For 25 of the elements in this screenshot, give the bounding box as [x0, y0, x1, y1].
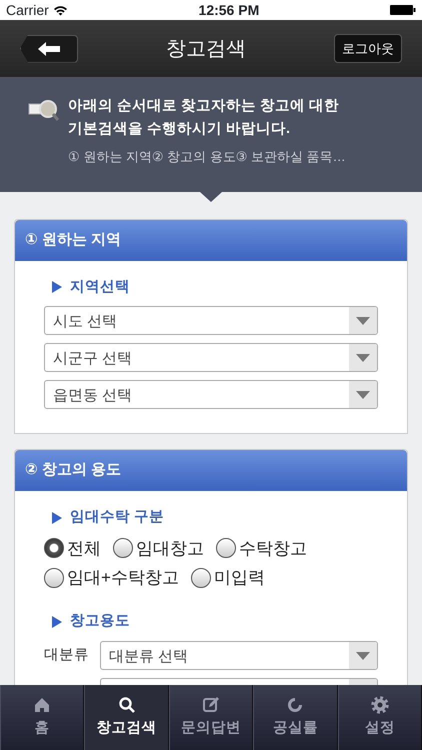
- section-header: ② 창고의 용도: [15, 450, 407, 491]
- steps-text: ① 원하는 지역② 창고의 용도③ 보관하실 품목…: [68, 148, 347, 166]
- group-heading: 임대수탁 구분: [70, 508, 164, 527]
- tab-item[interactable]: 공실률: [253, 685, 338, 750]
- select-field[interactable]: 시도 선택: [44, 306, 378, 336]
- intro-text: 아래의 순서대로 찾고자하는 창고에 대한 기본검색을 수행하시기 바랍니다.: [68, 97, 340, 140]
- field-label: 대분류: [44, 646, 90, 666]
- tab-item[interactable]: 창고검색: [84, 685, 169, 750]
- select-field[interactable]: 대분류 선택: [100, 641, 378, 670]
- page-title: 창고검색: [166, 36, 246, 62]
- radio-option[interactable]: 임대창고: [113, 536, 204, 560]
- logout-button[interactable]: 로그아웃: [334, 34, 402, 64]
- tab-item[interactable]: 설정: [338, 685, 422, 750]
- tab-item[interactable]: 문의답변: [168, 685, 254, 750]
- radio-option[interactable]: 임대+수탁창고: [44, 566, 179, 590]
- radio-option[interactable]: 미입력: [190, 566, 265, 590]
- group-heading: 지역선택: [70, 278, 130, 296]
- select-field[interactable]: 읍면동 선택: [44, 380, 378, 410]
- select-field[interactable]: 시군구 선택: [44, 343, 378, 372]
- status-time: 12:56 PM: [198, 0, 260, 20]
- group-heading: 창고용도: [70, 612, 130, 632]
- carrier-label: Carrier: [6, 0, 49, 20]
- radio-option[interactable]: 전체: [44, 536, 101, 560]
- section-header: ① 원하는 지역: [15, 220, 407, 260]
- radio-option[interactable]: 수탁창고: [216, 536, 307, 560]
